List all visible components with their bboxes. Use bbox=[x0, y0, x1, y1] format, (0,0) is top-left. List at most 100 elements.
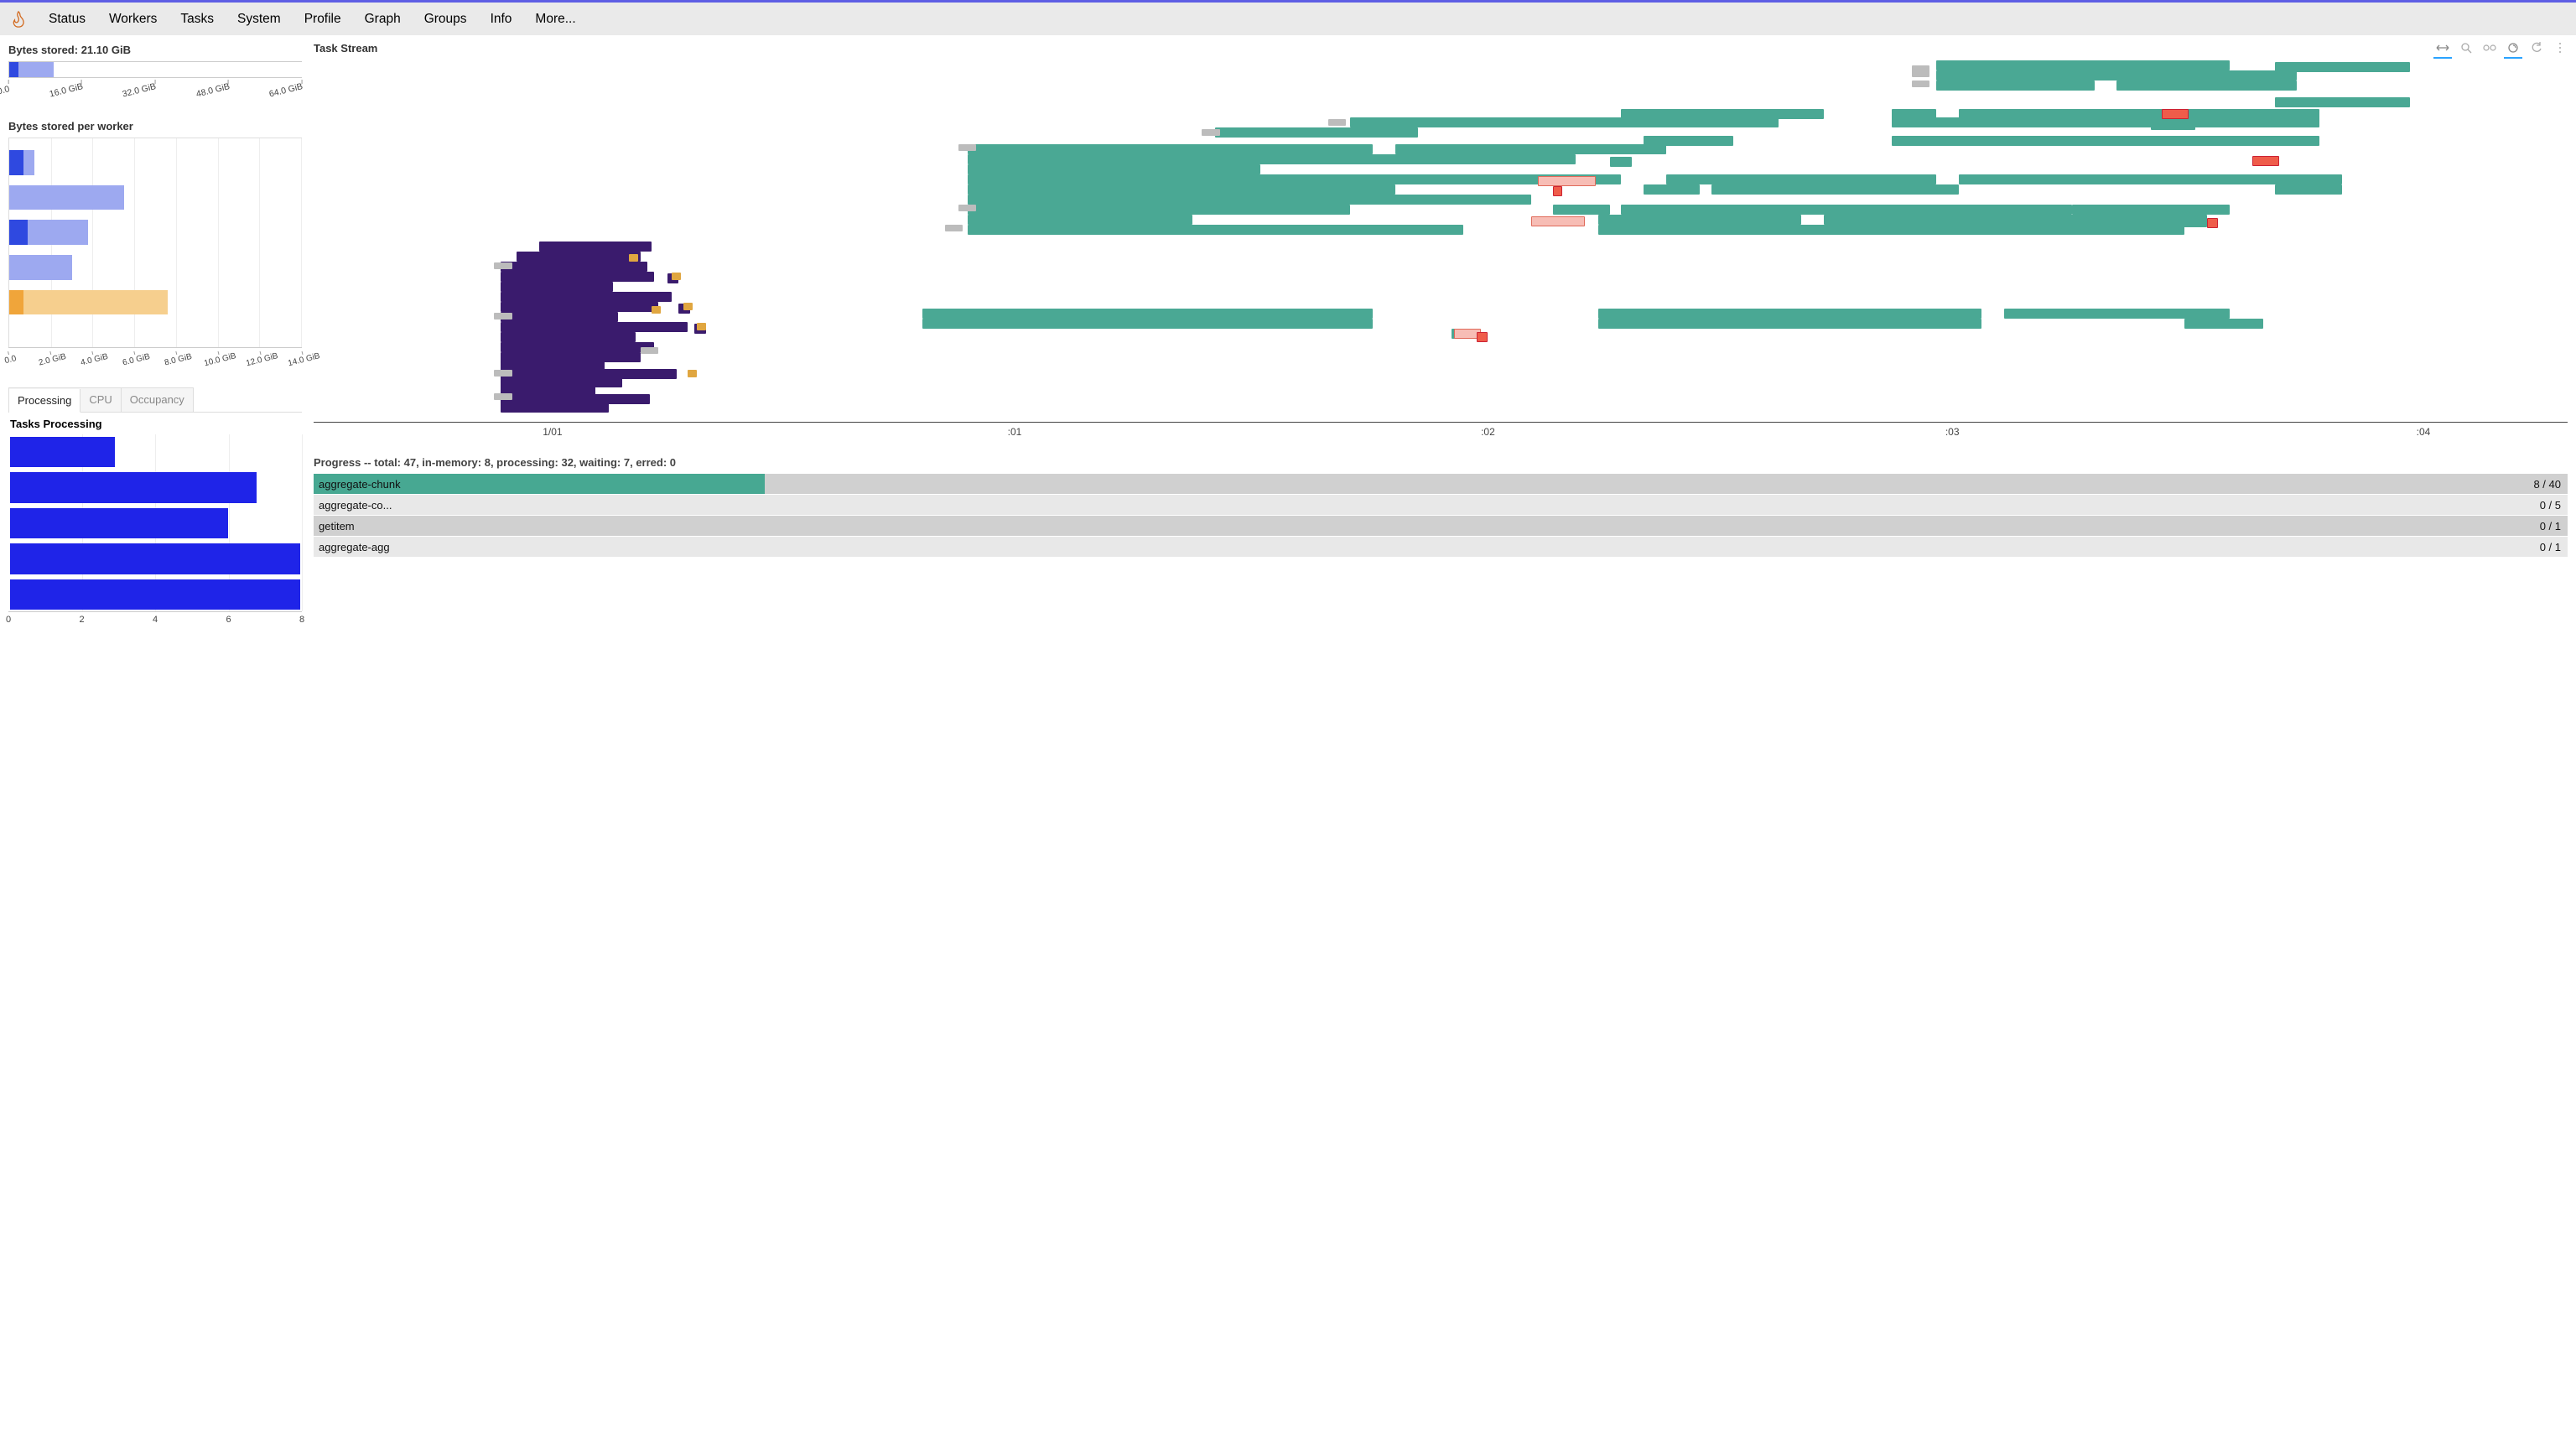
task-block bbox=[1553, 186, 1562, 196]
nav-more[interactable]: More... bbox=[523, 2, 587, 37]
task-block bbox=[958, 205, 977, 211]
task-block bbox=[1936, 81, 2094, 91]
task-block bbox=[683, 303, 693, 310]
task-block bbox=[652, 306, 661, 314]
task-block bbox=[1202, 129, 1220, 136]
task-block bbox=[641, 347, 659, 354]
task-block bbox=[1598, 319, 1981, 329]
progress-label: aggregate-chunk bbox=[314, 478, 401, 491]
progress-count: 0 / 1 bbox=[2540, 520, 2568, 532]
bytes-stored-axis: 0.016.0 GiB32.0 GiB48.0 GiB64.0 GiB bbox=[8, 80, 302, 108]
task-block bbox=[1477, 332, 1488, 342]
nav-system[interactable]: System bbox=[226, 2, 293, 37]
task-block bbox=[1621, 205, 2072, 215]
per-worker-title: Bytes stored per worker bbox=[8, 120, 302, 132]
nav-info[interactable]: Info bbox=[479, 2, 524, 37]
bytes-stored-title-prefix: Bytes stored: bbox=[8, 44, 81, 56]
task-block bbox=[494, 370, 512, 377]
task-block bbox=[2072, 205, 2230, 215]
task-block bbox=[501, 312, 618, 322]
task-block bbox=[494, 262, 512, 269]
tab-occupancy[interactable]: Occupancy bbox=[122, 388, 193, 412]
task-block bbox=[1598, 225, 2184, 235]
task-block bbox=[501, 403, 609, 413]
task-block bbox=[1350, 117, 1779, 127]
main: Bytes stored: 21.10 GiB 0.016.0 GiB32.0 … bbox=[0, 35, 2576, 635]
task-block bbox=[922, 309, 1374, 319]
progress-label: aggregate-co... bbox=[314, 499, 392, 512]
progress-row[interactable]: aggregate-co... 0 / 5 bbox=[314, 495, 2568, 515]
task-block bbox=[2275, 184, 2343, 195]
task-stream-xaxis: 1/01:01:02:03:04 bbox=[314, 423, 2568, 441]
task-block bbox=[697, 323, 706, 330]
progress-row[interactable]: aggregate-chunk8 / 40 bbox=[314, 474, 2568, 494]
task-block bbox=[1644, 184, 1700, 195]
task-block bbox=[517, 252, 641, 262]
task-block bbox=[501, 282, 613, 292]
flame-icon bbox=[9, 10, 28, 29]
task-block bbox=[2275, 97, 2410, 107]
task-block bbox=[968, 215, 1193, 225]
task-block bbox=[2162, 109, 2189, 119]
task-block bbox=[1824, 215, 2207, 225]
task-block bbox=[958, 144, 977, 151]
task-block bbox=[688, 370, 697, 377]
progress-count: 0 / 1 bbox=[2540, 541, 2568, 553]
progress-row[interactable]: aggregate-agg0 / 1 bbox=[314, 537, 2568, 557]
task-block bbox=[672, 273, 681, 280]
tab-processing[interactable]: Processing bbox=[9, 389, 80, 413]
task-block bbox=[2252, 156, 2279, 166]
task-block bbox=[968, 164, 1260, 174]
dask-logo bbox=[7, 8, 30, 31]
task-stream-plot[interactable] bbox=[314, 60, 2568, 423]
tasks-processing-chart[interactable]: 02468 bbox=[8, 434, 302, 626]
task-block bbox=[494, 313, 512, 319]
task-block bbox=[968, 225, 1463, 235]
task-block bbox=[922, 319, 1374, 329]
task-block bbox=[2151, 120, 2196, 130]
task-block bbox=[501, 292, 672, 302]
right-column: Task Stream 1/01:01:02:03:04 Progress --… bbox=[314, 40, 2568, 626]
bytes-stored-title: Bytes stored: 21.10 GiB bbox=[8, 44, 302, 56]
task-block bbox=[629, 254, 638, 262]
task-block bbox=[1395, 144, 1666, 154]
nav-workers[interactable]: Workers bbox=[97, 2, 169, 37]
task-block bbox=[2184, 319, 2263, 329]
task-block bbox=[968, 195, 1531, 205]
task-block bbox=[1666, 174, 1937, 184]
progress-list: aggregate-chunk8 / 40 aggregate-co... 0 / … bbox=[314, 474, 2568, 557]
task-block bbox=[1912, 70, 1930, 77]
box-zoom-icon[interactable] bbox=[2459, 40, 2474, 55]
task-block bbox=[501, 332, 636, 342]
progress-label: getitem bbox=[314, 520, 355, 532]
nav-status[interactable]: Status bbox=[37, 2, 97, 37]
pan-icon[interactable] bbox=[2435, 40, 2450, 55]
reset-icon[interactable] bbox=[2529, 40, 2544, 55]
task-block bbox=[501, 302, 658, 312]
menu-icon[interactable] bbox=[2553, 40, 2568, 55]
task-block bbox=[968, 144, 1374, 154]
task-block bbox=[1598, 309, 1981, 319]
task-block bbox=[1328, 119, 1347, 126]
topbar: Status Workers Tasks System Profile Grap… bbox=[0, 0, 2576, 35]
bytes-stored-bar[interactable] bbox=[8, 61, 302, 78]
nav-groups[interactable]: Groups bbox=[413, 2, 479, 37]
per-worker-axis: 0.02.0 GiB4.0 GiB6.0 GiB8.0 GiB10.0 GiB1… bbox=[8, 347, 302, 372]
scroll-zoom-icon[interactable] bbox=[2506, 40, 2521, 55]
tab-cpu[interactable]: CPU bbox=[80, 388, 121, 412]
task-block bbox=[1598, 215, 1801, 225]
task-block bbox=[1531, 216, 1586, 226]
nav-tasks[interactable]: Tasks bbox=[169, 2, 226, 37]
task-block bbox=[945, 225, 963, 231]
task-block bbox=[2116, 81, 2297, 91]
task-block bbox=[1959, 174, 2342, 184]
nav-profile[interactable]: Profile bbox=[293, 2, 353, 37]
task-block bbox=[2207, 218, 2218, 228]
task-stream-toolbar bbox=[2435, 40, 2568, 55]
task-block bbox=[968, 154, 1576, 164]
progress-count: 0 / 5 bbox=[2540, 499, 2568, 512]
lasso-icon[interactable] bbox=[2482, 40, 2497, 55]
progress-row[interactable]: getitem 0 / 1 bbox=[314, 516, 2568, 536]
nav-graph[interactable]: Graph bbox=[353, 2, 413, 37]
per-worker-chart[interactable] bbox=[8, 138, 302, 347]
